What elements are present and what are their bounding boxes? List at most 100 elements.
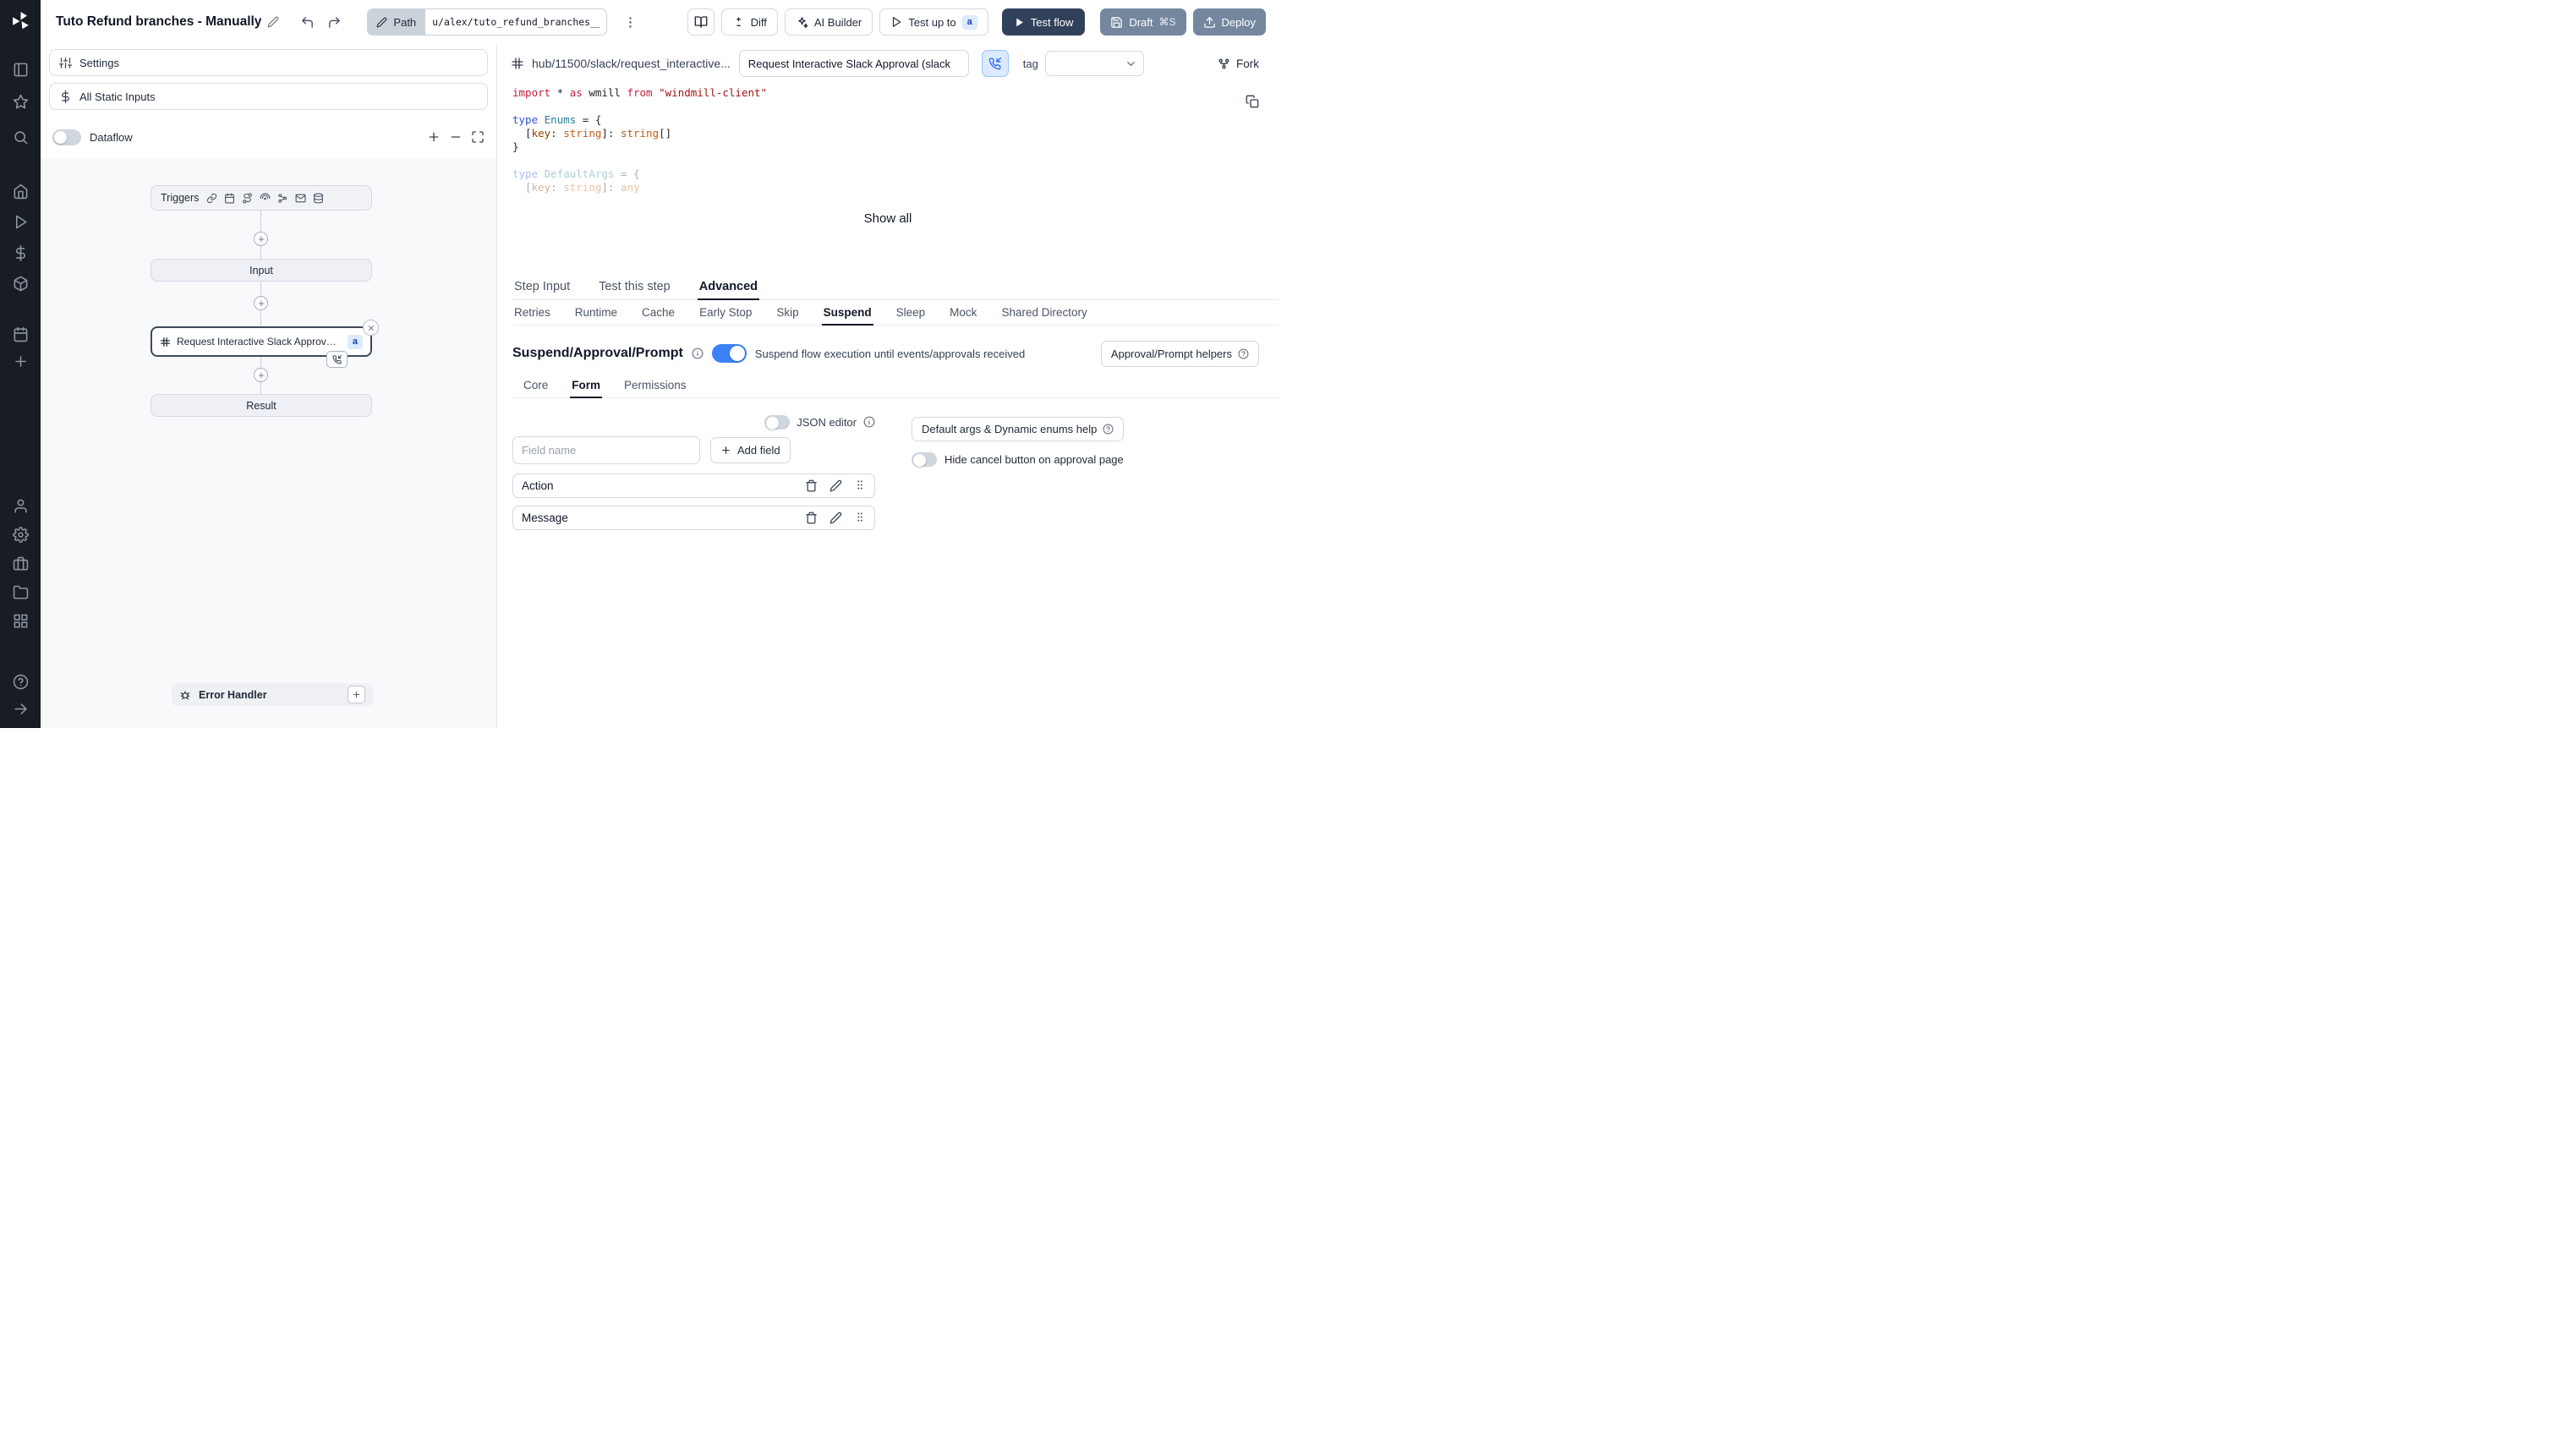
edit-field-button[interactable] — [830, 479, 842, 492]
schedule-icon[interactable] — [224, 193, 235, 204]
edit-title-icon[interactable] — [267, 16, 279, 28]
topbar-actions: Diff AI Builder Test up to a Test flow D… — [687, 8, 1266, 36]
step-name-input[interactable] — [738, 50, 969, 77]
undo-button[interactable] — [296, 11, 318, 33]
result-node[interactable]: Result — [151, 394, 372, 417]
search-icon[interactable] — [0, 129, 41, 145]
database-trigger-icon[interactable] — [313, 193, 324, 204]
phone-incoming-icon — [332, 354, 342, 364]
tab-cache[interactable]: Cache — [640, 300, 676, 326]
tab-shared-directory[interactable]: Shared Directory — [999, 300, 1088, 326]
add-step-button[interactable] — [254, 296, 268, 310]
star-icon[interactable] — [0, 93, 41, 110]
tag-select[interactable] — [1044, 51, 1144, 76]
edit-field-button[interactable] — [830, 512, 842, 524]
ai-builder-button[interactable]: AI Builder — [784, 8, 873, 36]
path-pill[interactable]: Path — [367, 8, 426, 36]
home-icon[interactable] — [0, 183, 41, 200]
zoom-out-button[interactable] — [449, 130, 463, 144]
step-header: hub/11500/slack/request_interactive... t… — [511, 49, 1259, 78]
field-name-input[interactable] — [512, 436, 700, 464]
code-editor[interactable]: import * as wmill from "windmill-client"… — [512, 86, 1228, 194]
add-step-button[interactable] — [254, 232, 268, 246]
websocket-icon[interactable] — [260, 193, 271, 204]
tab-permissions[interactable]: Permissions — [622, 374, 688, 398]
info-icon[interactable] — [863, 416, 875, 428]
workspace-icon[interactable] — [0, 555, 41, 572]
diff-button[interactable]: Diff — [720, 8, 778, 36]
help-icon[interactable] — [0, 673, 41, 690]
schedules-icon[interactable] — [0, 326, 41, 342]
tab-runtime[interactable]: Runtime — [573, 300, 619, 326]
json-editor-toggle[interactable] — [764, 414, 791, 430]
apps-icon[interactable] — [0, 612, 41, 629]
copy-code-button[interactable] — [1246, 95, 1259, 108]
docs-button[interactable] — [687, 8, 715, 36]
tab-mock[interactable]: Mock — [948, 300, 978, 326]
error-handler-node[interactable]: Error Handler — [172, 683, 373, 706]
folders-icon[interactable] — [0, 583, 41, 600]
tab-form[interactable]: Form — [570, 374, 603, 398]
layout-icon[interactable] — [0, 61, 41, 78]
default-args-help-button[interactable]: Default args & Dynamic enums help — [912, 417, 1125, 441]
suspend-sub-tabs: Core Form Permissions — [512, 374, 1278, 398]
variables-icon[interactable] — [0, 244, 41, 261]
hub-path[interactable]: hub/11500/slack/request_interactive... — [532, 57, 731, 70]
windmill-logo-icon[interactable] — [0, 10, 41, 31]
static-inputs-button[interactable]: All Static Inputs — [49, 83, 488, 110]
suspend-indicator-button[interactable] — [981, 50, 1009, 77]
draft-button[interactable]: Draft ⌘S — [1100, 8, 1186, 36]
flow-settings-button[interactable]: Settings — [49, 49, 488, 76]
add-icon[interactable] — [0, 353, 41, 369]
fit-view-button[interactable] — [471, 130, 485, 144]
tab-core[interactable]: Core — [522, 374, 550, 398]
triggers-node[interactable]: Triggers — [151, 185, 372, 211]
tab-test-this-step[interactable]: Test this step — [597, 274, 672, 300]
drag-field-handle[interactable] — [854, 479, 866, 494]
delete-field-button[interactable] — [805, 512, 818, 524]
drag-field-handle[interactable] — [854, 511, 866, 526]
more-options-button[interactable] — [619, 11, 641, 33]
user-icon[interactable] — [0, 497, 41, 514]
field-row[interactable]: Message — [512, 506, 875, 530]
input-node[interactable]: Input — [151, 259, 372, 282]
zoom-in-button[interactable] — [427, 130, 441, 144]
test-flow-button[interactable]: Test flow — [1001, 8, 1086, 36]
tab-suspend[interactable]: Suspend — [821, 300, 873, 326]
webhook-icon[interactable] — [206, 193, 217, 204]
settings-icon[interactable] — [0, 526, 41, 543]
play-icon — [893, 17, 901, 27]
kafka-icon[interactable] — [277, 193, 288, 204]
path-input[interactable] — [425, 8, 608, 36]
tab-sleep[interactable]: Sleep — [895, 300, 928, 326]
email-icon[interactable] — [295, 193, 306, 204]
expand-sidebar-icon[interactable] — [0, 700, 41, 717]
path-group: Path — [367, 8, 608, 36]
add-field-button[interactable]: Add field — [710, 437, 791, 463]
resources-icon[interactable] — [0, 275, 41, 292]
redo-button[interactable] — [323, 11, 345, 33]
tab-advanced[interactable]: Advanced — [697, 274, 760, 300]
suspend-toggle[interactable] — [711, 344, 747, 363]
tab-skip[interactable]: Skip — [775, 300, 800, 326]
add-error-handler-button[interactable] — [348, 686, 365, 703]
runs-icon[interactable] — [0, 213, 41, 230]
show-all-button[interactable]: Show all — [864, 211, 912, 226]
diff-icon — [736, 16, 741, 26]
delete-field-button[interactable] — [805, 479, 818, 492]
hide-cancel-toggle[interactable] — [912, 452, 937, 467]
http-route-icon[interactable] — [242, 193, 253, 204]
remove-step-button[interactable] — [363, 320, 379, 336]
approval-helpers-button[interactable]: Approval/Prompt helpers — [1100, 340, 1259, 367]
deploy-button[interactable]: Deploy — [1192, 8, 1266, 36]
tab-early-stop[interactable]: Early Stop — [698, 300, 753, 326]
tab-step-input[interactable]: Step Input — [512, 274, 572, 300]
advanced-tabs: Retries Runtime Cache Early Stop Skip Su… — [512, 300, 1278, 326]
field-row[interactable]: Action — [512, 473, 875, 498]
dataflow-toggle[interactable] — [52, 129, 81, 145]
add-step-button[interactable] — [254, 368, 268, 382]
tab-retries[interactable]: Retries — [512, 300, 552, 326]
test-up-to-button[interactable]: Test up to a — [879, 8, 988, 36]
fork-button[interactable]: Fork — [1218, 57, 1259, 70]
info-icon[interactable] — [692, 348, 704, 359]
